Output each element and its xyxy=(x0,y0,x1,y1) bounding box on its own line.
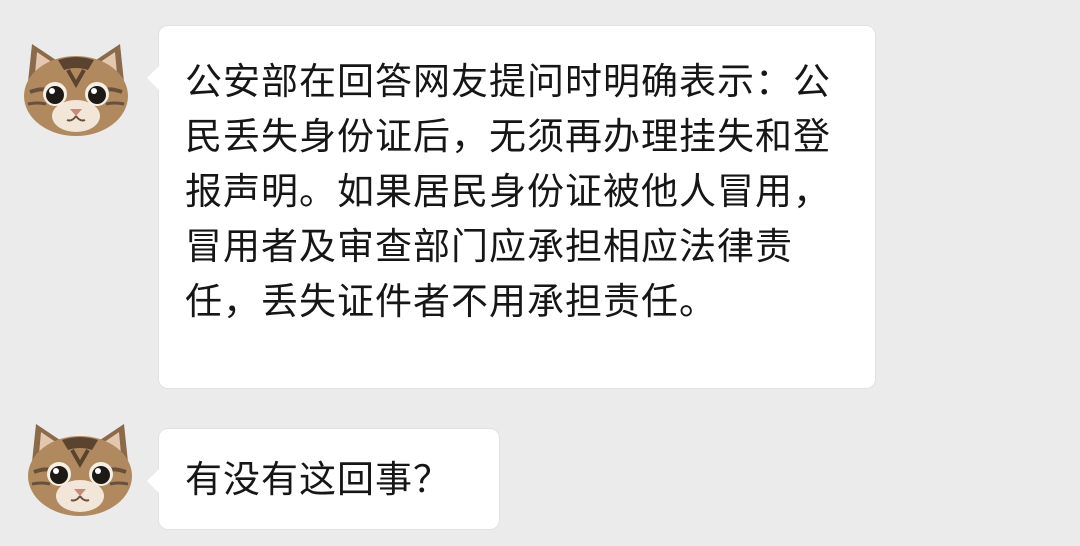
cat-avatar-icon[interactable] xyxy=(22,420,138,520)
message-text: 有没有这回事？ xyxy=(185,458,451,501)
message-text: 公安部在回答网友提问时明确表示：公民丢失身份证后，无须再办理挂失和登报声明。如果… xyxy=(185,60,831,323)
chat-window: 公安部在回答网友提问时明确表示：公民丢失身份证后，无须再办理挂失和登报声明。如果… xyxy=(0,0,1080,546)
chat-message: 公安部在回答网友提问时明确表示：公民丢失身份证后，无须再办理挂失和登报声明。如果… xyxy=(0,0,1080,400)
cat-avatar-icon[interactable] xyxy=(18,40,134,140)
message-bubble[interactable]: 公安部在回答网友提问时明确表示：公民丢失身份证后，无须再办理挂失和登报声明。如果… xyxy=(147,25,876,389)
chat-message: 有没有这回事？ xyxy=(0,400,1080,546)
message-bubble[interactable]: 有没有这回事？ xyxy=(147,428,500,530)
